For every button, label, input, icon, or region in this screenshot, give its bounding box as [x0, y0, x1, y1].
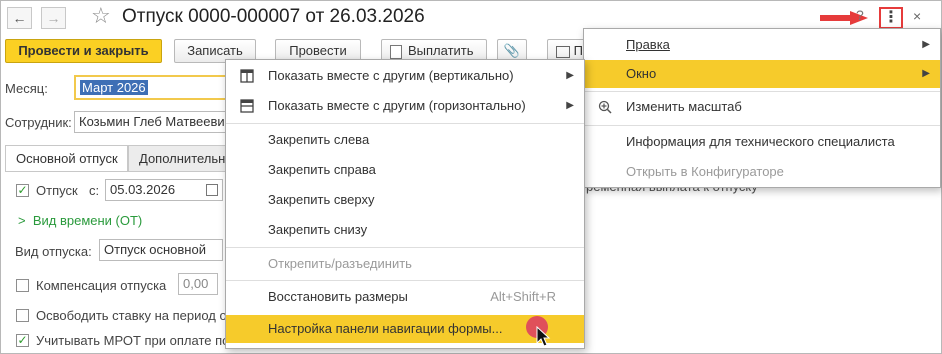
menu-item-label: Правка — [626, 37, 670, 52]
pay-button-label: Выплатить — [408, 43, 474, 58]
menu-item-label: Окно — [626, 66, 657, 81]
menu-separator — [226, 247, 584, 248]
zoom-icon — [598, 100, 612, 114]
window-submenu: Показать вместе с другим (вертикально) ▶… — [225, 59, 585, 349]
menu-item-open-configurator: Открыть в Конфигураторе — [584, 158, 940, 186]
paperclip-icon: 📎 — [503, 43, 521, 58]
tab-main-leave[interactable]: Основной отпуск — [5, 145, 128, 172]
menu-item-label: Закрепить снизу — [268, 222, 368, 237]
close-icon[interactable]: × — [913, 8, 921, 24]
menu-item-label: Открыть в Конфигураторе — [626, 164, 784, 179]
menu-item-label: Изменить масштаб — [626, 99, 742, 114]
arrow-right-icon: → — [46, 10, 61, 26]
menu-item-edit[interactable]: Правка ▶ — [584, 31, 940, 59]
arrow-left-icon: ← — [12, 10, 27, 26]
submenu-item-show-horizontal[interactable]: Показать вместе с другим (горизонтально)… — [226, 92, 584, 120]
chevron-right-icon: ▶ — [566, 70, 574, 81]
mouse-pointer-icon — [536, 326, 551, 347]
menu-item-label: Закрепить слева — [268, 132, 370, 147]
menu-separator — [226, 123, 584, 124]
release-rate-label: Освободить ставку на период о — [36, 308, 226, 323]
split-vertical-icon — [240, 69, 254, 83]
menu-item-label: Закрепить справа — [268, 162, 376, 177]
post-and-close-button[interactable]: Провести и закрыть — [5, 39, 162, 63]
leave-from-field[interactable]: 05.03.2026 — [105, 179, 223, 201]
menu-item-label: Показать вместе с другим (вертикально) — [268, 68, 514, 83]
page-title: Отпуск 0000-000007 от 26.03.2026 — [122, 6, 425, 27]
more-menu: Правка ▶ Окно ▶ Изменить масштаб Информа… — [583, 28, 941, 188]
leave-checkbox-label: Отпуск — [36, 183, 78, 198]
month-field[interactable]: Март 2026 — [74, 75, 234, 100]
employee-label: Сотрудник: — [5, 115, 72, 130]
menu-item-label: Информация для технического специалиста — [626, 134, 895, 149]
menu-item-label: Восстановить размеры — [268, 289, 408, 304]
compensation-checkbox[interactable] — [16, 279, 29, 292]
chevron-right-icon: ▶ — [566, 100, 574, 111]
split-horizontal-icon — [240, 99, 254, 113]
submenu-item-dock-bottom[interactable]: Закрепить снизу — [226, 216, 584, 244]
compensation-label: Компенсация отпуска — [36, 278, 167, 293]
menu-item-window[interactable]: Окно ▶ — [584, 60, 940, 88]
chevron-right-icon: ▶ — [922, 68, 930, 79]
leave-kind-field[interactable]: Отпуск основной — [99, 239, 223, 261]
calendar-icon[interactable] — [206, 184, 218, 196]
kebab-icon[interactable]: ⋮ — [879, 7, 903, 29]
help-icon[interactable]: ? — [856, 7, 864, 23]
chevron-right-icon: ▶ — [922, 39, 930, 50]
print-button-label: П — [573, 43, 583, 58]
document-icon — [390, 45, 402, 59]
month-label: Месяц: — [5, 81, 48, 96]
forward-button[interactable]: → — [41, 7, 66, 29]
menu-item-label: Закрепить сверху — [268, 192, 375, 207]
printer-icon — [556, 45, 570, 58]
menu-item-label: Настройка панели навигации формы... — [268, 321, 503, 336]
leave-from-label: с: — [89, 183, 100, 198]
submenu-item-dock-top[interactable]: Закрепить сверху — [226, 186, 584, 214]
chevron-right-icon: > — [18, 213, 26, 228]
menu-item-label: Открепить/разъединить — [268, 256, 412, 271]
time-kind-label: Вид времени (ОТ) — [32, 213, 143, 228]
menu-item-label: Показать вместе с другим (горизонтально) — [268, 98, 526, 113]
employee-field[interactable]: Козьмин Глеб Матвеевич — [74, 111, 234, 133]
back-button[interactable]: ← — [7, 7, 32, 29]
star-icon[interactable]: ☆ — [91, 3, 111, 29]
mrot-checkbox[interactable]: ✓ — [16, 334, 29, 347]
shortcut-label: Alt+Shift+R — [490, 289, 556, 304]
menu-item-tech-info[interactable]: Информация для технического специалиста — [584, 128, 940, 156]
submenu-item-show-vertical[interactable]: Показать вместе с другим (вертикально) ▶ — [226, 62, 584, 90]
compensation-field[interactable]: 0,00 — [178, 273, 218, 295]
tab-additional-leave[interactable]: Дополнительны — [128, 145, 235, 172]
tab-divider — [5, 171, 230, 172]
menu-separator — [584, 125, 940, 126]
submenu-item-undock: Открепить/разъединить — [226, 250, 584, 278]
leave-from-value: 05.03.2026 — [110, 182, 176, 197]
submenu-item-restore-size[interactable]: Восстановить размеры Alt+Shift+R — [226, 283, 584, 311]
leave-kind-label: Вид отпуска: — [15, 244, 92, 259]
time-kind-link[interactable]: > Вид времени (ОТ) — [18, 213, 142, 228]
menu-separator — [584, 91, 940, 92]
menu-item-zoom[interactable]: Изменить масштаб — [584, 93, 940, 121]
mrot-label: Учитывать МРОТ при оплате по — [36, 333, 226, 348]
menu-separator — [226, 280, 584, 281]
leave-checkbox[interactable]: ✓ — [16, 184, 29, 197]
release-rate-checkbox[interactable] — [16, 309, 29, 322]
submenu-item-dock-left[interactable]: Закрепить слева — [226, 126, 584, 154]
submenu-item-dock-right[interactable]: Закрепить справа — [226, 156, 584, 184]
month-value: Март 2026 — [80, 80, 148, 95]
